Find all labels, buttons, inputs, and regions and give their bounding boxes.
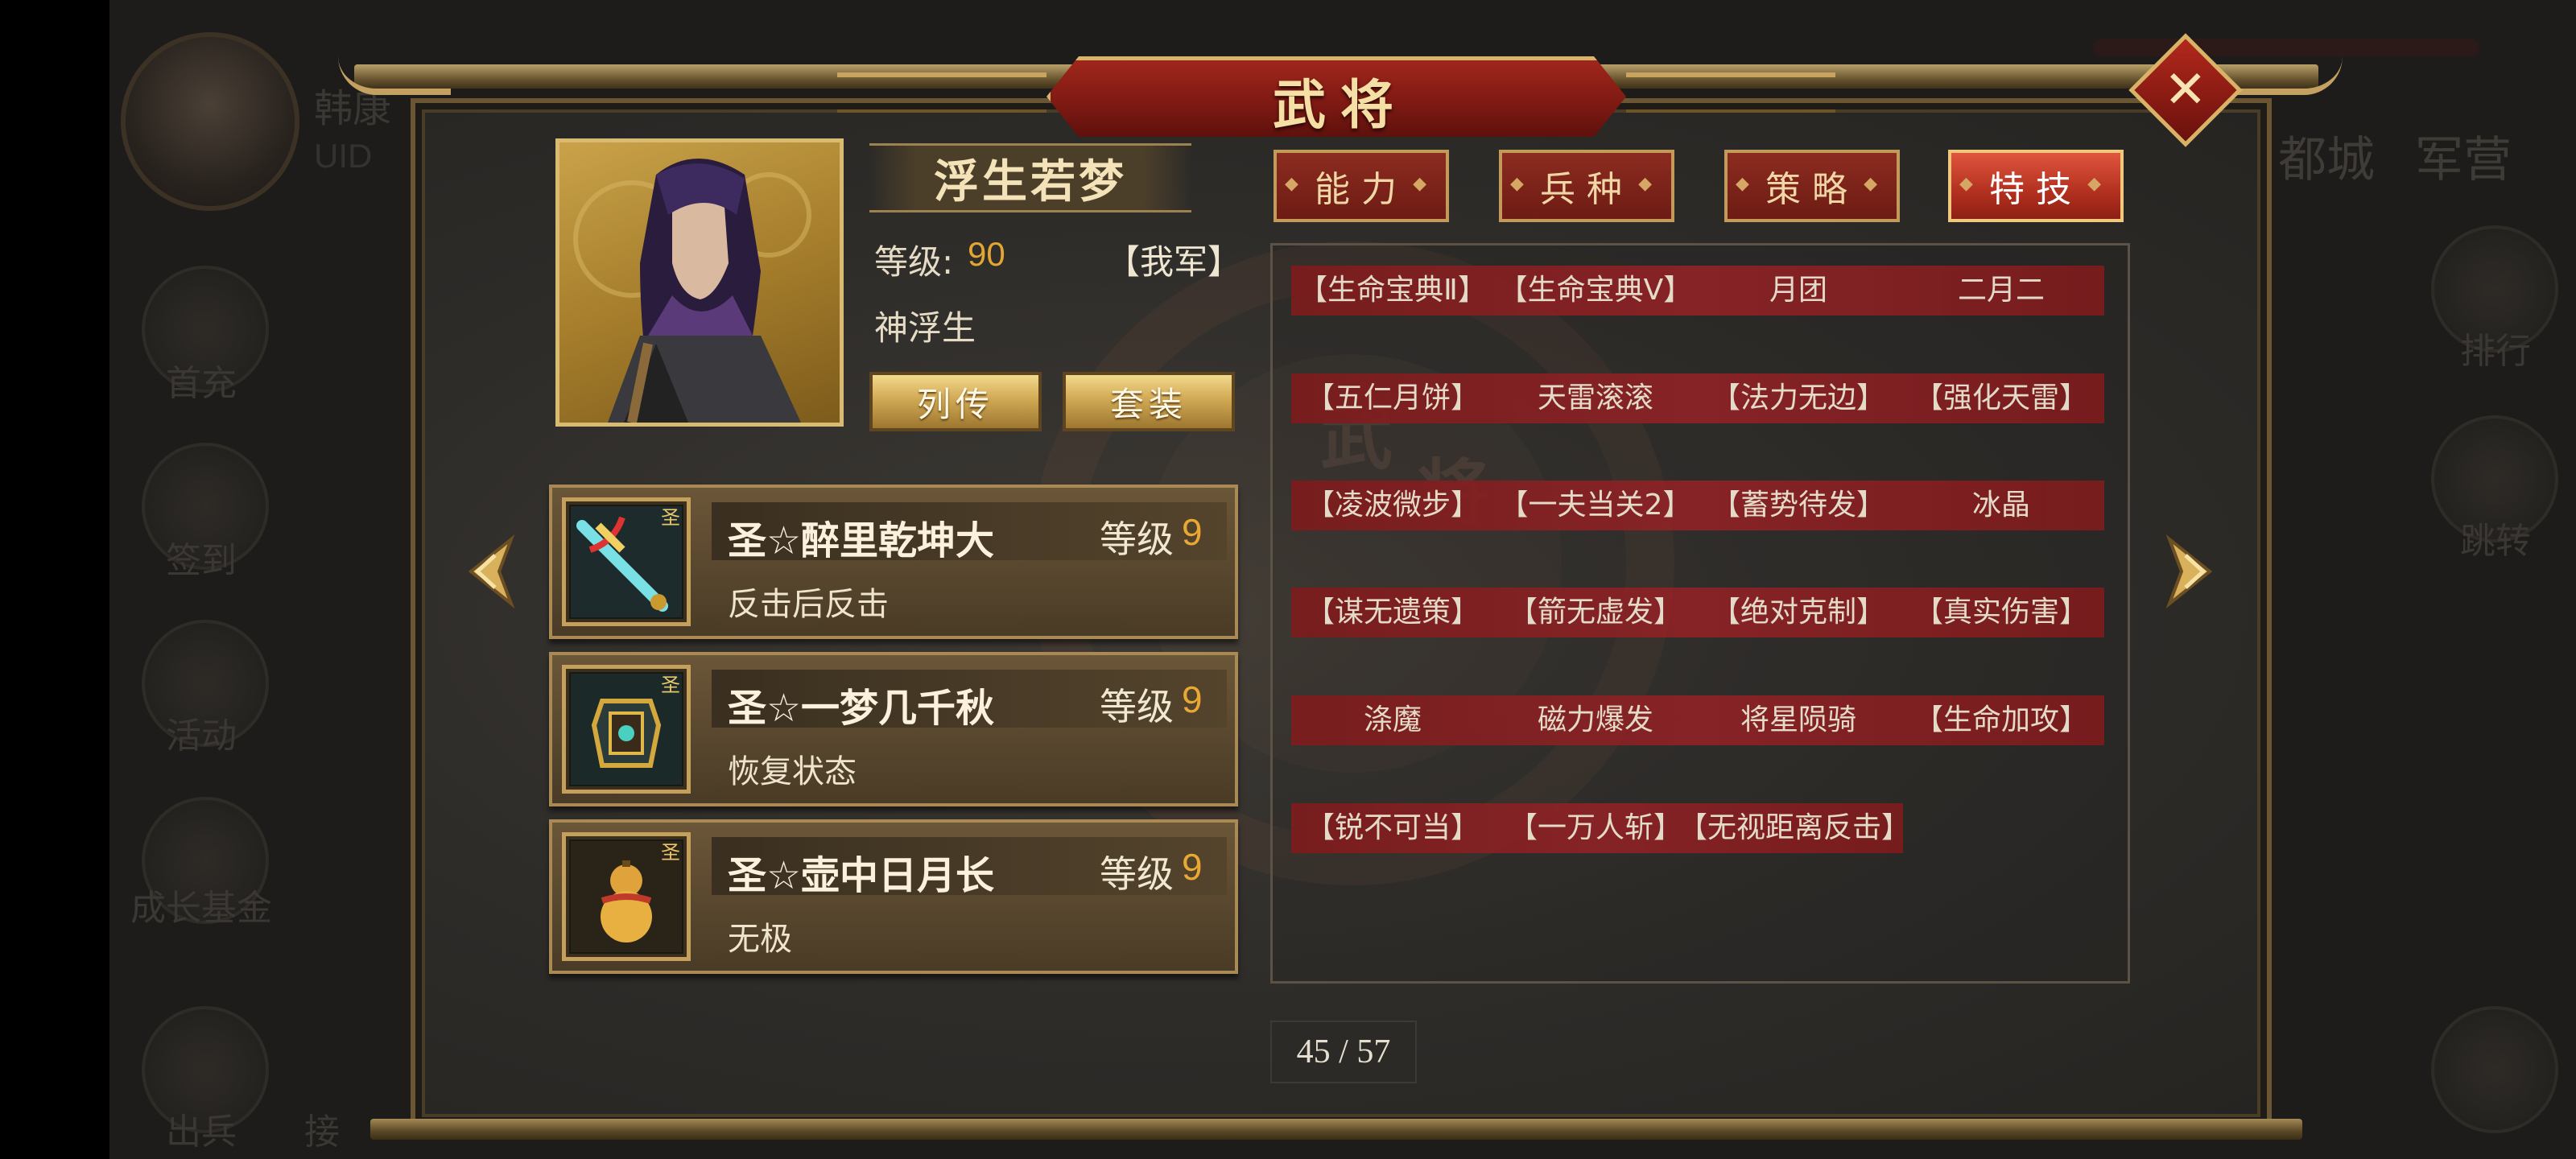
skill-item[interactable]: 【无视距离反击】 <box>1678 803 1911 853</box>
tab-troop-type[interactable]: 兵种 <box>1499 150 1674 222</box>
hero-level-label: 等级: <box>874 242 954 282</box>
biography-button[interactable]: 列传 <box>869 372 1042 431</box>
skill-item[interactable]: 【凌波微步】 <box>1291 481 1494 530</box>
equipment-level-value: 9 <box>1182 678 1203 720</box>
equipment-level-label: 等级 <box>1100 852 1174 896</box>
hero-portrait-art <box>573 159 811 423</box>
sign-in-label: 签到 <box>166 540 237 581</box>
frame-bottom-bar <box>370 1119 2302 1140</box>
skill-row: 【凌波微步】 【一夫当关2】 【蓄势待发】 冰晶 <box>1291 481 2104 530</box>
sword-icon: 圣 <box>562 497 691 626</box>
equipment-name: 圣☆一梦几千秋 <box>728 686 995 731</box>
skill-item[interactable]: 【生命宝典Ⅱ】 <box>1291 266 1494 316</box>
letterbox <box>0 0 109 1159</box>
skill-item[interactable]: 【五仁月饼】 <box>1291 373 1494 423</box>
svg-text:圣: 圣 <box>661 674 680 696</box>
equipment-set-button[interactable]: 套装 <box>1063 372 1235 431</box>
skill-item[interactable]: 将星陨骑 <box>1697 695 1900 745</box>
menu-button <box>2431 1006 2558 1133</box>
previous-hero-button[interactable] <box>451 523 523 620</box>
top-status-bar <box>2093 39 2479 56</box>
hero-name-plate: 浮生若梦 <box>869 143 1191 212</box>
hero-level-value: 90 <box>968 235 1005 273</box>
dialog-title: 武将 <box>1273 73 1408 136</box>
svg-text:圣: 圣 <box>661 841 680 864</box>
dispatch-label: 出兵 <box>166 1112 237 1153</box>
chevron-right-icon <box>2165 534 2213 609</box>
skill-row: 【生命宝典Ⅱ】 【生命宝典Ⅴ】 月团 二月二 <box>1291 266 2104 316</box>
chevron-left-icon <box>468 534 515 609</box>
skill-item[interactable]: 磁力爆发 <box>1494 695 1697 745</box>
hero-faction: 【我军】 <box>1106 242 1242 282</box>
equipment-row[interactable]: 圣 圣☆壶中日月长 等级 9 无极 <box>549 819 1238 974</box>
equipment-effect: 恢复状态 <box>728 753 857 790</box>
dialog-title-plate: 武将 <box>1046 56 1626 137</box>
skill-item[interactable]: 【谋无遗策】 <box>1291 588 1494 637</box>
hero-portrait <box>555 138 844 427</box>
equipment-name: 圣☆醉里乾坤大 <box>728 518 995 563</box>
equipment-row[interactable]: 圣 圣☆一梦几千秋 等级 9 恢复状态 <box>549 652 1238 806</box>
skill-row: 【五仁月饼】 天雷滚滚 【法力无边】 【强化天雷】 <box>1291 373 2104 423</box>
first-charge-label: 首充 <box>166 363 237 404</box>
frame-ornament-left <box>338 56 451 95</box>
skill-row: 涤魔 磁力爆发 将星陨骑 【生命加攻】 <box>1291 695 2104 745</box>
svg-text:圣: 圣 <box>661 506 680 529</box>
skill-item[interactable]: 【生命加攻】 <box>1900 695 2103 745</box>
skill-item[interactable]: 【绝对克制】 <box>1697 588 1900 637</box>
jump-label: 跳转 <box>2460 521 2531 562</box>
player-avatar <box>121 32 299 211</box>
barracks-label: 军营 <box>2415 132 2512 188</box>
equipment-level-label: 等级 <box>1100 685 1174 728</box>
next-hero-button[interactable] <box>2157 523 2230 620</box>
skill-item[interactable]: 【法力无边】 <box>1697 373 1900 423</box>
activity-label: 活动 <box>166 716 237 757</box>
skill-item[interactable]: 【生命宝典Ⅴ】 <box>1494 266 1697 316</box>
equipment-level-value: 9 <box>1182 511 1203 553</box>
tab-ability[interactable]: 能力 <box>1274 150 1449 222</box>
armor-icon: 圣 <box>562 665 691 794</box>
skill-item[interactable]: 冰晶 <box>1900 481 2103 530</box>
tab-special-skills[interactable]: 特技 <box>1948 150 2124 222</box>
skill-item[interactable]: 【蓄势待发】 <box>1697 481 1900 530</box>
skill-item[interactable]: 月团 <box>1697 266 1900 316</box>
equipment-level-value: 9 <box>1182 846 1203 888</box>
close-icon: ✕ <box>2164 60 2207 120</box>
skill-item[interactable]: 二月二 <box>1900 266 2103 316</box>
equipment-level-label: 等级 <box>1100 518 1174 561</box>
skill-item[interactable]: 涤魔 <box>1291 695 1494 745</box>
skill-item[interactable]: 【一万人斩】 <box>1494 803 1697 853</box>
skill-item[interactable]: 【箭无虚发】 <box>1494 588 1697 637</box>
skill-item[interactable]: 【一夫当关2】 <box>1494 481 1697 530</box>
equipment-effect: 反击后反击 <box>728 586 889 623</box>
skill-item[interactable]: 天雷滚滚 <box>1494 373 1697 423</box>
skill-row: 【谋无遗策】 【箭无虚发】 【绝对克制】 【真实伤害】 <box>1291 588 2104 637</box>
equipment-name: 圣☆壶中日月长 <box>728 853 995 898</box>
title-ornament-right <box>1626 72 1835 113</box>
skill-row: 【锐不可当】 【一万人斩】 【无视距离反击】 <box>1291 803 1910 853</box>
tab-strategy[interactable]: 策略 <box>1724 150 1900 222</box>
skill-item[interactable]: 【真实伤害】 <box>1900 588 2103 637</box>
skill-item[interactable]: 【强化天雷】 <box>1900 373 2103 423</box>
skill-item[interactable]: 【锐不可当】 <box>1291 803 1494 853</box>
hero-subname: 神浮生 <box>874 308 976 348</box>
equipment-effect: 无极 <box>728 921 792 958</box>
equipment-row[interactable]: 圣 圣☆醉里乾坤大 等级 9 反击后反击 <box>549 485 1238 639</box>
hero-name: 浮生若梦 <box>934 155 1127 208</box>
gourd-icon: 圣 <box>562 832 691 961</box>
title-ornament-left <box>837 72 1046 113</box>
ranking-label: 排行 <box>2460 331 2531 372</box>
page-counter: 45 / 57 <box>1270 1021 1417 1083</box>
growth-fund-label: 成长基金 <box>130 888 272 929</box>
